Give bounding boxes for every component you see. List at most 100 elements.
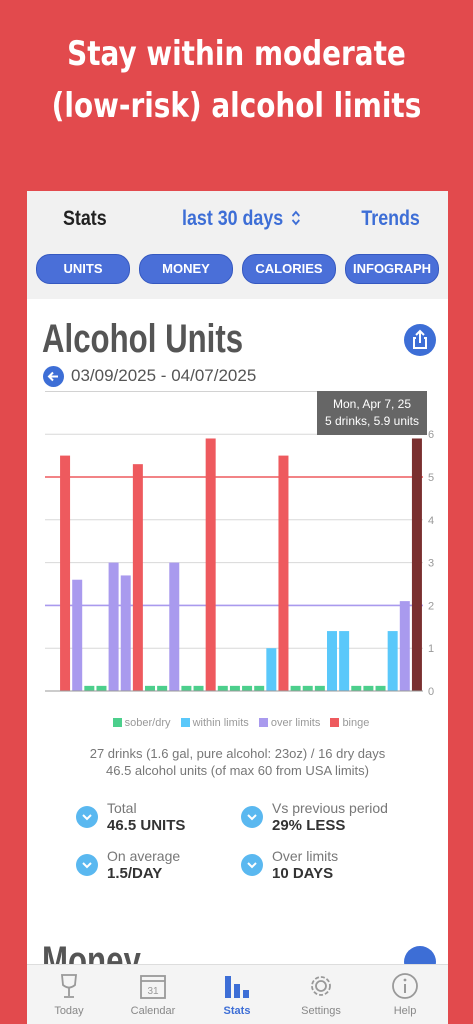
- app-screen: Stats last 30 days Trends UNITS MONEY CA…: [27, 191, 448, 1024]
- tab-settings[interactable]: Settings: [279, 965, 363, 1024]
- stat-value: 1.5/DAY: [107, 865, 163, 882]
- gear-icon: [311, 976, 331, 996]
- headline-line-2: (low-risk) alcohol limits: [51, 86, 422, 126]
- chart-bar: [169, 562, 180, 691]
- chart-bar: [290, 685, 301, 691]
- page-title: Stats: [63, 207, 107, 230]
- chart-bar: [302, 685, 313, 691]
- calendar-icon: 31: [140, 975, 166, 999]
- stats-tabs: UNITS MONEY CALORIES INFOGRAPH: [36, 254, 442, 284]
- info-icon: [392, 973, 418, 999]
- units-bar-chart[interactable]: 0 1 2 3 4 5 6: [27, 391, 448, 711]
- glass-icon: [61, 974, 77, 998]
- legend-swatch-sober: [112, 718, 122, 727]
- chart-bar: [157, 685, 168, 691]
- stat-label: Total: [107, 800, 137, 816]
- chart-bar: [193, 685, 204, 691]
- chart-bar: [339, 631, 350, 691]
- legend-swatch-within: [180, 718, 190, 727]
- previous-period-button[interactable]: [43, 366, 64, 387]
- stat-value: 29% LESS: [272, 817, 346, 834]
- chart-bar: [96, 685, 107, 691]
- chevron-down-icon: [241, 854, 263, 876]
- nav-row: Stats last 30 days Trends: [27, 207, 448, 237]
- summary-units: 46.5 alcohol units (of max 60 from USA l…: [106, 763, 369, 778]
- section-title: Alcohol Units: [42, 317, 244, 361]
- chart-bar: [254, 685, 265, 691]
- summary-drinks: 27 drinks (1.6 gal, pure alcohol: 23oz) …: [89, 746, 386, 761]
- tab-today-label: Today: [54, 1005, 84, 1017]
- period-label: last 30 days: [182, 207, 284, 230]
- y-tick-label: 2: [428, 600, 434, 612]
- headline-line-1: Stay within moderate: [67, 34, 406, 74]
- tooltip-date: Mon, Apr 7, 25: [332, 397, 412, 411]
- chart-bar: [205, 438, 216, 691]
- stat-label: Vs previous period: [272, 800, 388, 816]
- y-tick-label: 0: [428, 686, 434, 698]
- y-tick-label: 6: [428, 429, 434, 441]
- y-tick-label: 1: [428, 643, 434, 655]
- legend-over: over limits: [270, 717, 321, 729]
- chart-bar: [375, 685, 386, 691]
- chevron-down-icon: [76, 854, 98, 876]
- tab-calendar[interactable]: 31 Calendar: [111, 965, 195, 1024]
- chart-bar: [242, 685, 253, 691]
- chart-legend: sober/dry within limits over limits bing…: [27, 717, 448, 729]
- tab-help-label: Help: [393, 1005, 417, 1017]
- tab-today[interactable]: Today: [27, 965, 111, 1024]
- chart-bar: [351, 685, 362, 691]
- chart-bar: [363, 685, 374, 691]
- calendar-day: 31: [147, 986, 159, 997]
- legend-sober: sober/dry: [124, 717, 171, 729]
- trends-button[interactable]: Trends: [361, 207, 420, 231]
- legend-within: within limits: [192, 717, 249, 729]
- tab-calories[interactable]: CALORIES: [242, 254, 336, 284]
- tab-help[interactable]: Help: [363, 965, 447, 1024]
- chevron-down-icon: [241, 806, 263, 828]
- chart-bar: [327, 631, 337, 691]
- chart-bar: [229, 685, 240, 691]
- tab-calendar-label: Calendar: [130, 1005, 176, 1017]
- tab-stats[interactable]: Stats: [195, 965, 279, 1024]
- chart-tooltip: Mon, Apr 7, 25 5 drinks, 5.9 units: [317, 391, 427, 435]
- legend-swatch-binge: [330, 718, 340, 727]
- chart-bar: [84, 685, 95, 691]
- promo-headline: Stay within moderate (low-risk) alcohol …: [43, 28, 431, 132]
- tab-stats-label: Stats: [223, 1005, 251, 1017]
- stat-value: 46.5 UNITS: [107, 817, 186, 834]
- stat-over-limits[interactable]: Over limits 10 DAYS: [241, 848, 411, 888]
- period-selector[interactable]: last 30 days: [182, 207, 301, 231]
- chart-bar: [120, 575, 131, 691]
- chart-bar: [132, 464, 143, 691]
- chart-bar: [266, 648, 277, 691]
- chart-bar: [278, 455, 289, 691]
- bar-chart-icon: [225, 976, 249, 998]
- legend-binge: binge: [342, 717, 370, 729]
- legend-swatch-over: [258, 718, 268, 727]
- chart-bar: [387, 631, 398, 691]
- stat-total[interactable]: Total 46.5 UNITS: [76, 800, 246, 840]
- chart-bar: [314, 685, 325, 691]
- share-button[interactable]: [404, 324, 436, 356]
- bottom-tab-bar: Today 31 Calendar Stats Settings Help: [27, 964, 448, 1024]
- tab-infograph[interactable]: INFOGRAPH: [345, 254, 439, 284]
- y-tick-label: 4: [428, 515, 434, 527]
- chart-bar: [72, 579, 83, 691]
- chart-bar: [181, 685, 192, 691]
- arrow-left-icon: [47, 371, 58, 382]
- share-icon: [413, 329, 427, 349]
- tab-money[interactable]: MONEY: [139, 254, 233, 284]
- stat-vs-previous[interactable]: Vs previous period 29% LESS: [241, 800, 411, 840]
- top-bar: Stats last 30 days Trends UNITS MONEY CA…: [27, 191, 448, 299]
- chart-bar: [411, 438, 422, 691]
- chart-bar: [60, 455, 71, 691]
- y-tick-label: 5: [428, 472, 434, 484]
- chart-bar: [108, 562, 119, 691]
- stat-label: Over limits: [272, 848, 339, 864]
- tab-units[interactable]: UNITS: [36, 254, 130, 284]
- stat-average[interactable]: On average 1.5/DAY: [76, 848, 246, 888]
- stat-label: On average: [107, 848, 181, 864]
- tab-settings-label: Settings: [301, 1005, 341, 1017]
- date-range: 03/09/2025 - 04/07/2025: [71, 366, 257, 385]
- chart-bar: [145, 685, 155, 691]
